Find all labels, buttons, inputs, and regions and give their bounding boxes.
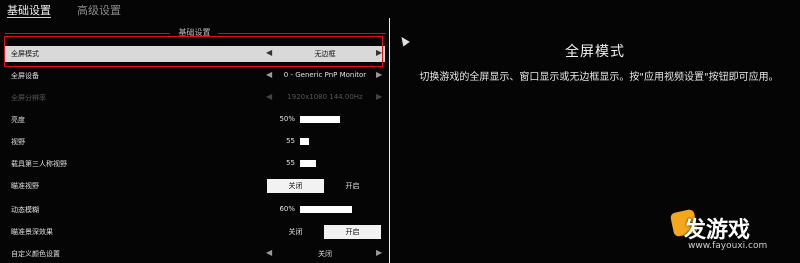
aim-dof-label: 瞄准景深效果: [11, 228, 53, 236]
detail-title: 全屏模式: [565, 44, 625, 60]
prev-arrow-icon[interactable]: ◀: [266, 70, 272, 79]
custom-color-row[interactable]: 自定义颜色设置 ◀ 关闭 ▶: [5, 246, 385, 262]
fullscreen-device-row[interactable]: 全屏设备 ◀ 0 - Generic PnP Monitor ▶: [5, 68, 385, 84]
fullscreen-resolution-label: 全屏分辨率: [11, 94, 46, 102]
prev-arrow-icon: ◀: [266, 92, 273, 101]
tab-basic-settings[interactable]: 基础设置: [7, 2, 51, 18]
next-arrow-icon[interactable]: ▶: [376, 248, 382, 257]
watermark-text: 发游戏: [684, 218, 751, 243]
aim-dof-off-option[interactable]: 关闭: [267, 225, 324, 239]
aim-fov-row: 瞄准视野 关闭 开启: [5, 178, 385, 194]
vehicle-fov-label: 载具第三人称视野: [11, 160, 67, 168]
site-watermark: 发游戏 www.fayouxi.com: [669, 207, 797, 261]
fov-value: 55: [286, 137, 295, 145]
next-arrow-icon: ▶: [376, 92, 383, 101]
brightness-row[interactable]: 亮度 50%: [5, 112, 385, 128]
motion-blur-row[interactable]: 动态模糊 60%: [5, 202, 385, 218]
fullscreen-resolution-row: 全屏分辨率 ◀ 1920x1080 144.00Hz ▶: [5, 90, 385, 106]
next-arrow-icon[interactable]: ▶: [376, 70, 382, 79]
fov-row[interactable]: 视野 55: [5, 134, 385, 150]
custom-color-label: 自定义颜色设置: [11, 250, 60, 258]
prev-arrow-icon[interactable]: ◀: [266, 248, 272, 257]
tab-advanced-settings[interactable]: 高级设置: [77, 2, 121, 18]
fullscreen-resolution-value: 1920x1080 144.00Hz: [287, 93, 363, 101]
aim-dof-row: 瞄准景深效果 关闭 开启: [5, 224, 385, 240]
fullscreen-device-value: 0 - Generic PnP Monitor: [283, 71, 367, 79]
section-divider-right: [218, 33, 386, 34]
aim-fov-off-option[interactable]: 关闭: [267, 179, 324, 193]
brightness-slider-fill[interactable]: [300, 116, 340, 123]
aim-fov-label: 瞄准视野: [11, 182, 39, 190]
vehicle-fov-slider-fill[interactable]: [300, 160, 316, 167]
vehicle-fov-value: 55: [286, 159, 295, 167]
detail-description: 切换游戏的全屏显示、窗口显示或无边框显示。按"应用视频设置"按钮即可应用。: [419, 72, 779, 83]
aim-dof-on-option[interactable]: 开启: [324, 225, 381, 239]
brightness-label: 亮度: [11, 116, 25, 124]
fullscreen-device-label: 全屏设备: [11, 72, 39, 80]
watermark-url: www.fayouxi.com: [688, 241, 768, 251]
motion-blur-slider-fill[interactable]: [300, 206, 352, 213]
vehicle-fov-row[interactable]: 载具第三人称视野 55: [5, 156, 385, 172]
selection-highlight: [4, 36, 383, 67]
aim-fov-on-option[interactable]: 开启: [324, 179, 381, 193]
custom-color-value: 关闭: [318, 250, 332, 258]
motion-blur-label: 动态模糊: [11, 206, 39, 214]
brightness-percent: 50%: [279, 115, 295, 123]
fov-label: 视野: [11, 138, 25, 146]
motion-blur-percent: 60%: [279, 205, 295, 213]
fov-slider-fill[interactable]: [300, 138, 309, 145]
